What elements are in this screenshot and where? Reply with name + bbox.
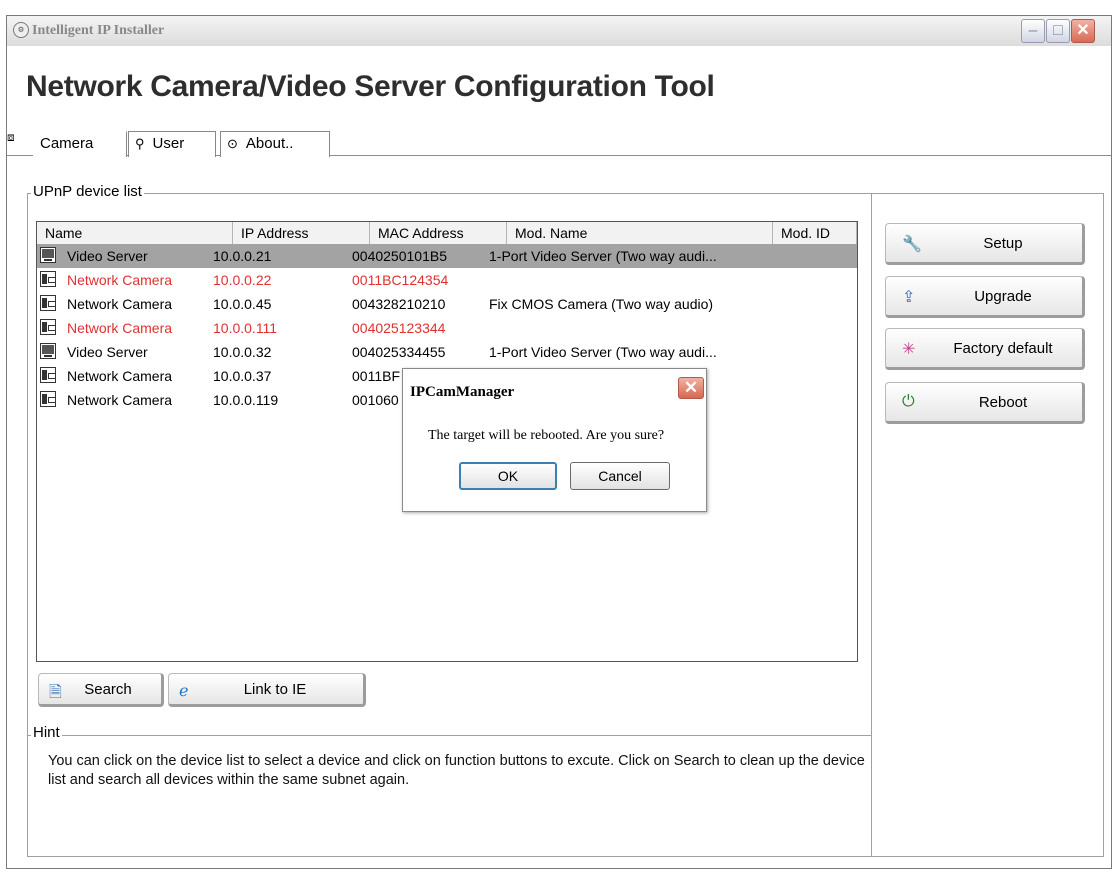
cell-ip: 10.0.0.111: [213, 320, 278, 336]
cell-ip: 10.0.0.119: [213, 392, 279, 408]
internet-explorer-icon: ℯ: [179, 683, 189, 700]
factory-default-icon: ✳: [902, 341, 916, 358]
upgrade-button[interactable]: ⇪ Upgrade: [885, 276, 1085, 318]
device-list-label: UPnP device list: [31, 183, 144, 200]
table-row[interactable]: Network Camera 10.0.0.111 004025123344: [37, 316, 857, 340]
tab-camera-label: Camera: [40, 135, 94, 152]
cell-name: Network Camera: [67, 272, 173, 288]
side-button-label: Factory default: [953, 339, 1053, 357]
cell-name: Network Camera: [67, 368, 173, 384]
window-title: Intelligent IP Installer: [32, 23, 165, 38]
video-server-icon: [40, 343, 56, 359]
column-header-model-id[interactable]: Mod. ID: [773, 222, 857, 244]
table-row[interactable]: Network Camera 10.0.0.22 0011BC124354: [37, 268, 857, 292]
cell-name: Network Camera: [67, 296, 173, 312]
tab-camera[interactable]: Camera: [33, 131, 127, 157]
close-button[interactable]: ✕: [1071, 19, 1095, 43]
search-button-label: Search: [84, 680, 132, 698]
cell-ip: 10.0.0.32: [213, 344, 272, 360]
cell-mac: 0040250101B5: [352, 248, 447, 264]
hint-text: You can click on the device list to sele…: [48, 753, 865, 788]
column-header-model[interactable]: Mod. Name: [507, 222, 773, 244]
cell-mac: 004025123344: [352, 320, 446, 336]
hint-divider: [28, 735, 871, 736]
hint-label: Hint: [31, 724, 62, 741]
power-icon: ⏻: [902, 393, 915, 410]
cell-ip: 10.0.0.21: [213, 248, 272, 264]
page-title: Network Camera/Video Server Configuratio…: [26, 70, 715, 103]
search-icon: 🗎: [49, 684, 62, 701]
wrench-icon: 🔧: [902, 236, 922, 253]
user-icon: ⚲: [135, 136, 145, 151]
cell-ip: 10.0.0.22: [213, 272, 272, 288]
table-row[interactable]: Video Server 10.0.0.21 0040250101B5 1-Port …: [37, 244, 857, 268]
cell-name: Video Server: [67, 248, 148, 264]
column-header-mac[interactable]: MAC Address: [370, 222, 507, 244]
setup-button[interactable]: 🔧 Setup: [885, 223, 1085, 265]
cell-mac: 001060: [352, 392, 399, 408]
column-header-ip[interactable]: IP Address: [233, 222, 370, 244]
factory-default-button[interactable]: ✳ Factory default: [885, 328, 1085, 370]
network-camera-icon: [40, 295, 56, 311]
cell-ip: 10.0.0.37: [213, 368, 272, 384]
dialog-message: The target will be rebooted. Are you sur…: [428, 428, 665, 443]
link-to-ie-label: Link to IE: [243, 680, 307, 698]
cell-mac: 004328210210: [352, 296, 446, 312]
search-button[interactable]: 🗎 Search: [38, 673, 164, 707]
network-camera-icon: [40, 319, 56, 335]
cell-ip: 10.0.0.45: [213, 296, 272, 312]
device-list-header: Name IP Address MAC Address Mod. Name Mo…: [37, 222, 857, 245]
maximize-button[interactable]: □: [1046, 19, 1070, 43]
table-row[interactable]: Video Server 10.0.0.32 004025334455 1-Port …: [37, 340, 857, 364]
side-button-label: Reboot: [978, 393, 1028, 411]
cell-mac: 004025334455: [352, 344, 446, 360]
cell-model: Fix CMOS Camera (Two way audio): [489, 296, 714, 312]
cancel-button[interactable]: Cancel: [570, 462, 670, 490]
video-server-icon: [40, 247, 56, 263]
network-camera-icon: [40, 367, 56, 383]
cell-mac: 0011BF: [352, 368, 400, 384]
link-to-ie-button[interactable]: ℯ Link to IE: [168, 673, 366, 707]
network-camera-icon: [40, 391, 56, 407]
tab-user[interactable]: ⚲ User: [128, 131, 216, 157]
info-icon: ⊙: [227, 136, 238, 151]
dialog-title: IPCamManager: [410, 384, 515, 400]
tab-strip-icon: ⧈: [7, 130, 15, 144]
network-camera-icon: [40, 271, 56, 287]
title-bar[interactable]: [7, 16, 1111, 46]
ok-button[interactable]: OK: [459, 462, 557, 490]
column-header-name[interactable]: Name: [37, 222, 233, 244]
side-button-label: Upgrade: [974, 287, 1032, 305]
dialog-close-button[interactable]: ✕: [678, 377, 704, 399]
tab-about-label: About..: [245, 135, 294, 152]
cell-name: Video Server: [67, 344, 148, 360]
upgrade-icon: ⇪: [902, 289, 916, 306]
cell-name: Network Camera: [67, 320, 173, 336]
tab-user-label: User: [152, 135, 185, 152]
cell-name: Network Camera: [67, 392, 173, 408]
minimize-button[interactable]: –: [1021, 19, 1045, 43]
table-row[interactable]: Network Camera 10.0.0.45 004328210210 Fix C…: [37, 292, 857, 316]
side-button-label: Setup: [983, 234, 1023, 252]
cell-mac: 0011BC124354: [352, 272, 449, 288]
cell-model: 1-Port Video Server (Two way audi...: [489, 344, 717, 360]
app-icon: ⚙: [13, 22, 29, 38]
cell-model: 1-Port Video Server (Two way audi...: [489, 248, 717, 264]
tab-about[interactable]: ⊙ About..: [220, 131, 330, 157]
reboot-button[interactable]: ⏻ Reboot: [885, 382, 1085, 424]
